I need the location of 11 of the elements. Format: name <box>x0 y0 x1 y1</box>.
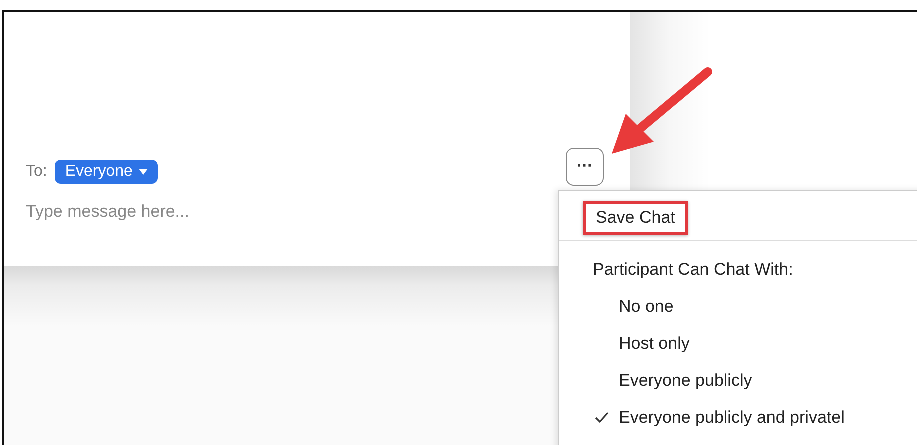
more-button[interactable]: ··· <box>566 148 604 186</box>
menu-option[interactable]: Everyone publicly and privatel <box>619 408 845 428</box>
message-input[interactable]: Type message here... <box>26 202 426 222</box>
save-chat-item[interactable]: Save Chat <box>583 200 688 234</box>
menu-option[interactable]: Host only <box>619 334 690 354</box>
recipient-dropdown[interactable]: Everyone <box>55 160 158 184</box>
menu-option[interactable]: Everyone publicly <box>619 370 752 390</box>
caret-icon <box>138 169 148 175</box>
to-label: To: <box>26 163 48 181</box>
menu-header: Participant Can Chat With: <box>593 260 794 280</box>
menu-option[interactable]: No one <box>619 296 674 316</box>
